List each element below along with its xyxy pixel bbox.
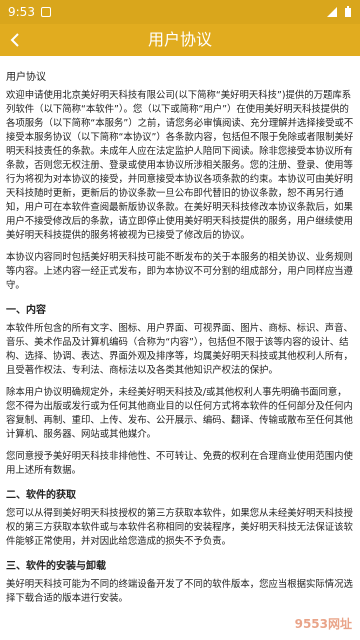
status-left: 9:53 (8, 5, 51, 19)
content-paragraph-1: 本软件所包含的所有文字、图标、用户界面、可视界面、图片、商标、标识、声音、音乐、… (6, 323, 353, 376)
document-heading: 用户协议 (6, 72, 46, 83)
watermark: 9553网址 (294, 617, 352, 631)
intro-paragraph-1: 欢迎申请使用北京美好明天科技有限公司(以下简称“美好明天科技”)提供的万题库系列… (6, 90, 354, 241)
content-paragraph-3: 您同意授予美好明天科技非排他性、不可转让、免费的权利在合理商业使用范围内使用上述… (6, 451, 353, 476)
status-bar: 9:53 (0, 0, 360, 24)
battery-icon (345, 6, 351, 17)
content-paragraph-2: 除本用户协议明确规定外，未经美好明天科技及/或其他权利人事先明确书面同意，您不得… (6, 387, 353, 440)
notification-icon (40, 7, 51, 17)
app-bar: 用户协议 (0, 24, 360, 56)
section-title-acquire: 二、软件的获取 (6, 490, 76, 501)
intro-paragraph-2: 本协议内容同时包括美好明天科技可能不断发布的关于本服务的相关协议、业务规则等内容… (6, 252, 353, 291)
section-title-content: 一、内容 (6, 305, 46, 316)
status-right (326, 6, 352, 18)
status-time: 9:53 (8, 5, 35, 19)
install-paragraph-1: 美好明天科技可能为不同的终端设备开发了不同的软件版本，您应当根据实际情况选择下载… (6, 579, 353, 604)
section-title-install: 三、软件的安装与卸载 (6, 561, 106, 572)
page-title: 用户协议 (147, 30, 212, 49)
agreement-content[interactable]: 用户协议 欢迎申请使用北京美好明天科技有限公司(以下简称“美好明天科技”)提供的… (0, 56, 360, 640)
signal-icon (327, 7, 337, 17)
acquire-paragraph-1: 您可以从得到美好明天科技授权的第三方获取本软件，如果您从未经美好明天科技授权的第… (6, 508, 353, 547)
